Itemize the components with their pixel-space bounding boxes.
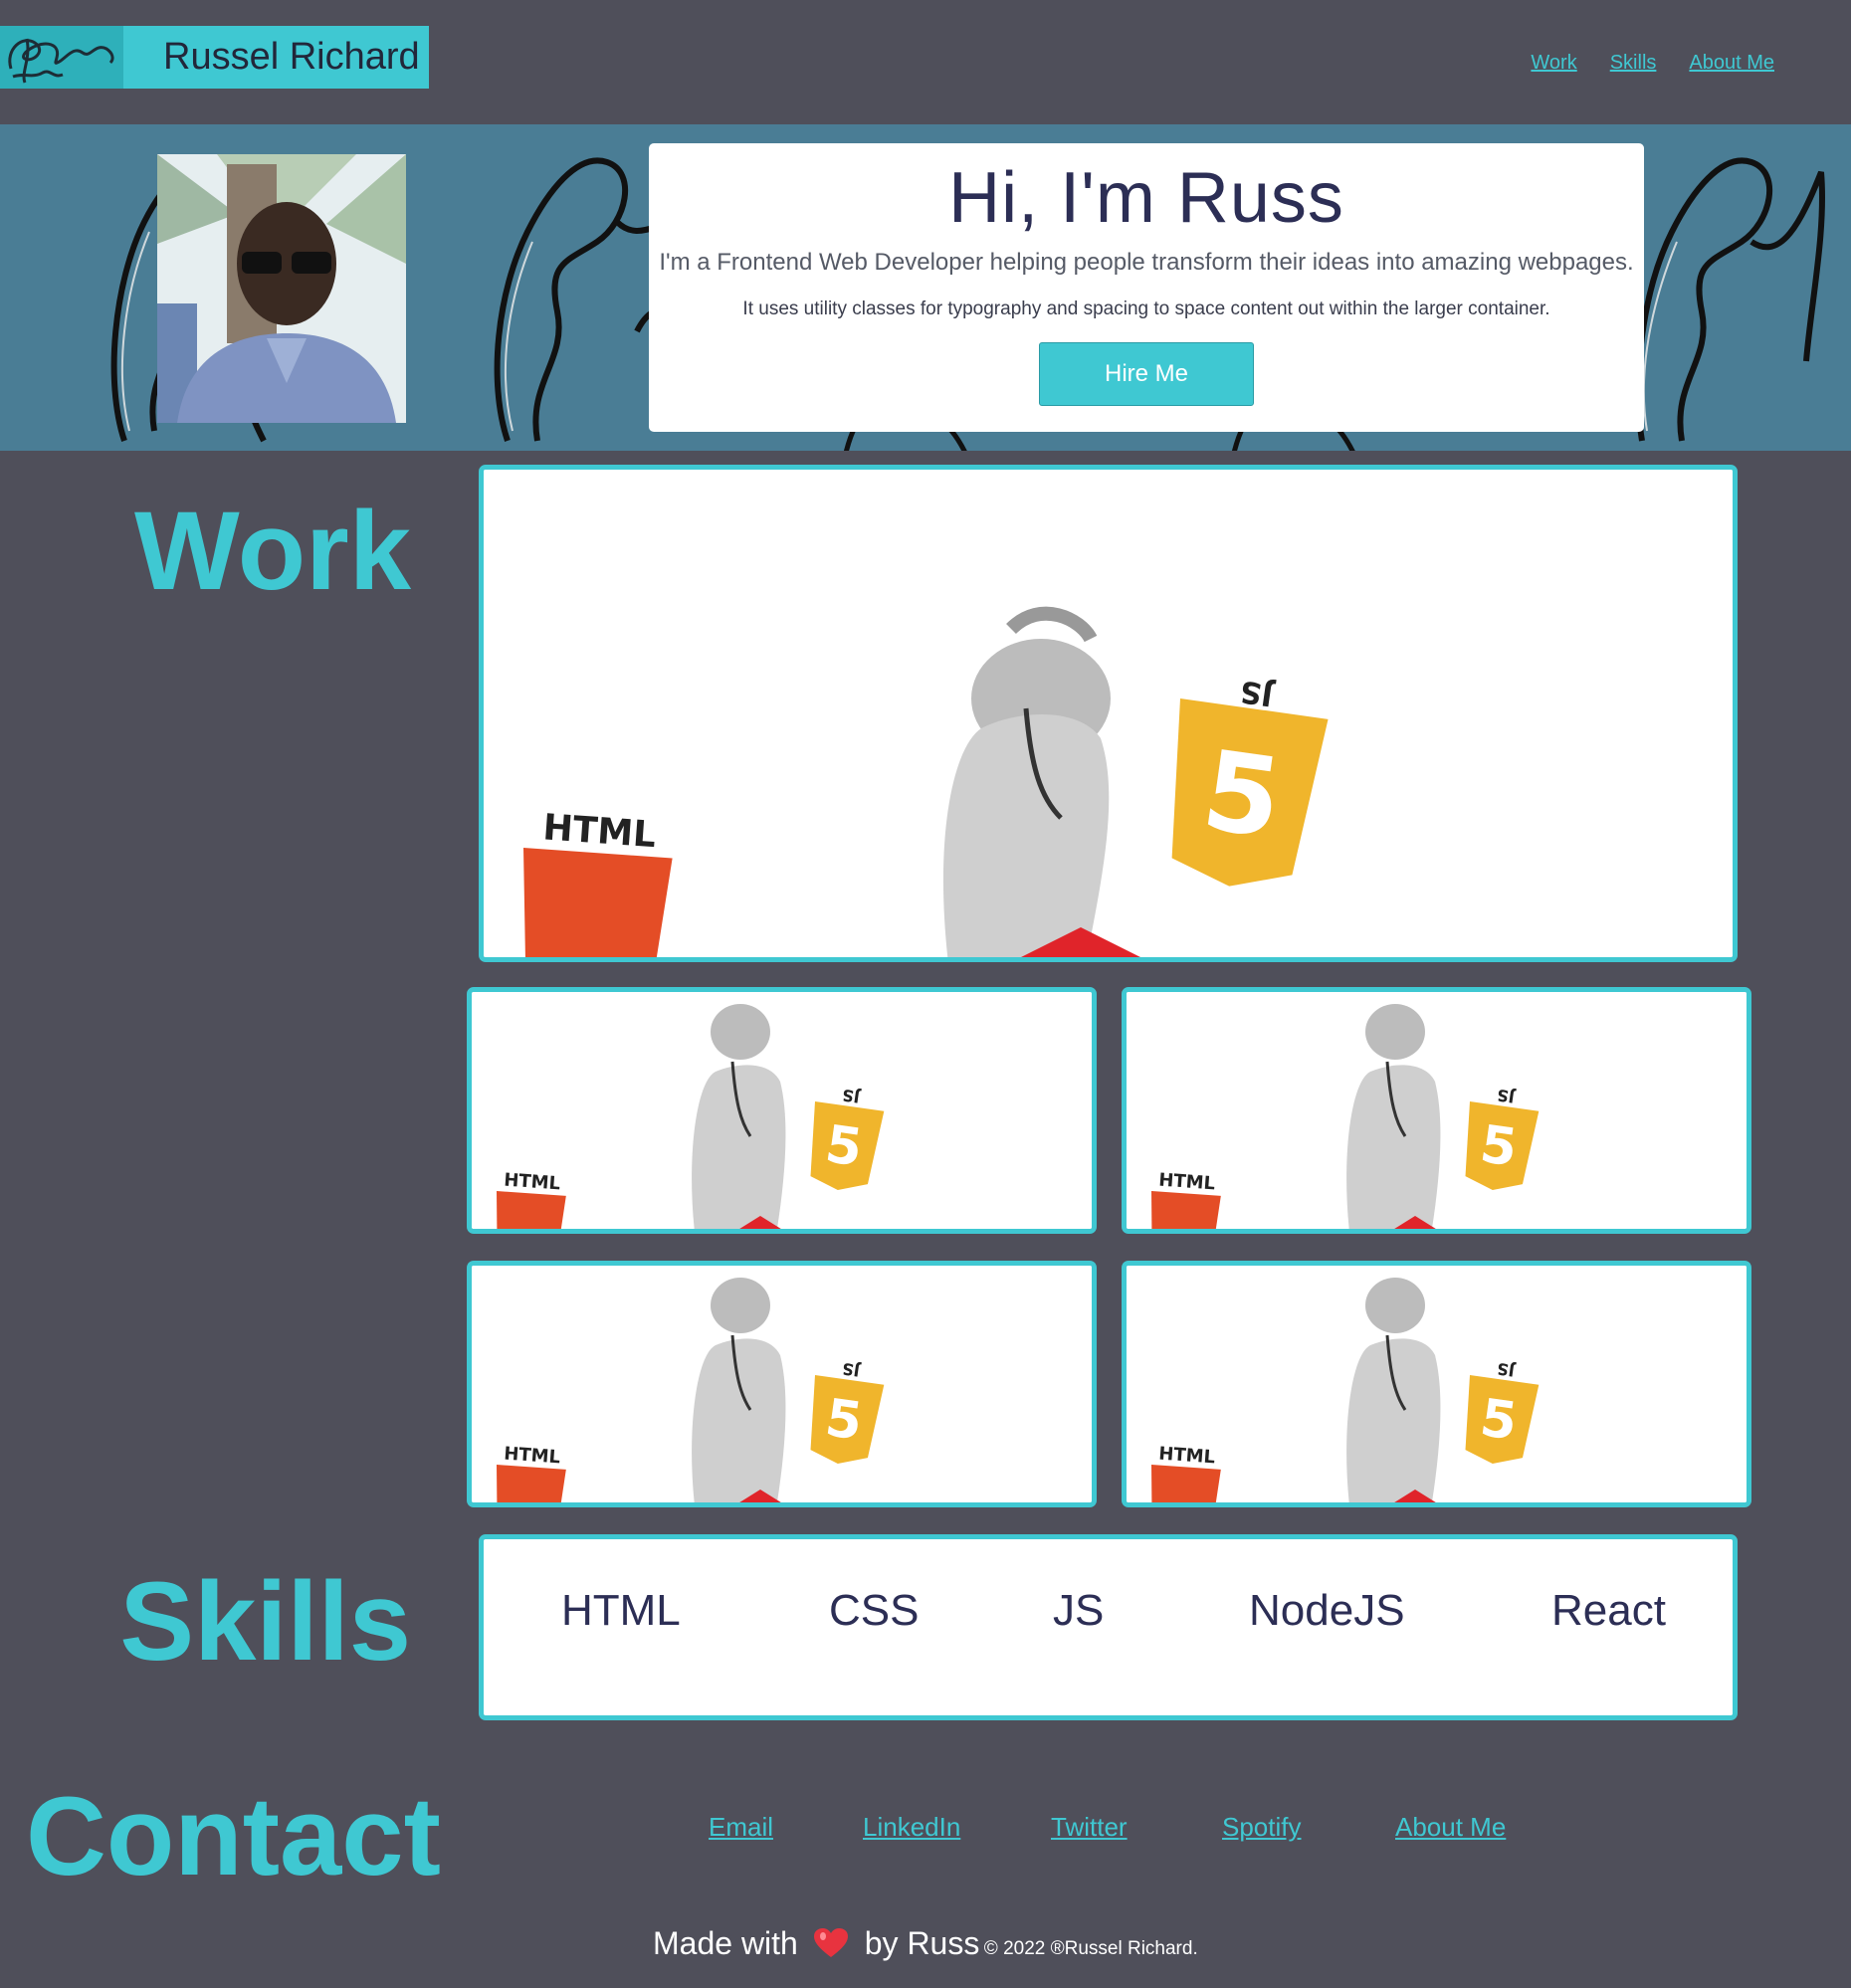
js-badge-label: JS — [1238, 673, 1277, 712]
contact-link-spotify[interactable]: Spotify — [1222, 1812, 1302, 1843]
project-thumbnail: 5 JS HTML — [1127, 992, 1747, 1229]
footer-copyright: © 2022 ®Russel Richard. — [983, 1938, 1198, 1959]
hero-title: Hi, I'm Russ — [948, 158, 1344, 238]
hire-me-button[interactable]: Hire Me — [1039, 342, 1254, 406]
skills-section-title: Skills — [119, 1559, 411, 1684]
js-badge-label: JS — [841, 1359, 862, 1380]
skill-css: CSS — [829, 1586, 920, 1635]
skill-nodejs: NodeJS — [1249, 1586, 1405, 1635]
project-thumbnail: 5 JS HTML — [484, 470, 1733, 957]
profile-photo — [157, 154, 406, 423]
skills-card: HTML CSS JS NodeJS React — [479, 1534, 1738, 1720]
brand-name: Russel Richard — [163, 36, 420, 78]
brand-banner[interactable]: Russel Richard — [0, 26, 429, 89]
project-thumbnail: 5 JS HTML — [472, 1266, 1092, 1502]
nav-link-skills[interactable]: Skills — [1610, 52, 1657, 75]
footer-by-russ: by Russ — [864, 1925, 980, 1961]
footer-made-with: Made with — [653, 1925, 798, 1961]
skill-react: React — [1551, 1586, 1666, 1635]
work-card[interactable]: 5 JS HTML — [467, 987, 1097, 1234]
contact-link-email[interactable]: Email — [709, 1812, 773, 1843]
contact-link-linkedin[interactable]: LinkedIn — [863, 1812, 960, 1843]
html-badge-label: HTML — [541, 807, 657, 856]
hero-lead: I'm a Frontend Web Developer helping peo… — [659, 249, 1634, 276]
js-badge-label: JS — [841, 1086, 862, 1106]
skill-html: HTML — [561, 1586, 681, 1635]
skill-js: JS — [1053, 1586, 1105, 1635]
work-card[interactable]: 5 JS HTML — [479, 465, 1738, 962]
html-badge-label: HTML — [504, 1444, 561, 1469]
html-badge-label: HTML — [1158, 1170, 1216, 1195]
work-card[interactable]: 5 JS HTML — [467, 1261, 1097, 1507]
signature-watermark-icon — [1635, 157, 1826, 442]
contact-link-about-me[interactable]: About Me — [1395, 1812, 1506, 1843]
logo — [0, 26, 123, 89]
js-badge-label: JS — [1496, 1086, 1517, 1106]
js-badge-label: JS — [1496, 1359, 1517, 1380]
project-thumbnail: 5 JS HTML — [1127, 1266, 1747, 1502]
top-nav: Work Skills About Me — [1531, 52, 1774, 75]
heart-icon — [814, 1928, 849, 1957]
work-section-title: Work — [134, 489, 411, 613]
hero-subtext: It uses utility classes for typography a… — [742, 298, 1550, 319]
nav-link-work[interactable]: Work — [1531, 52, 1576, 75]
work-card[interactable]: 5 JS HTML — [1122, 1261, 1751, 1507]
project-thumbnail: 5 JS HTML — [472, 992, 1092, 1229]
contact-section-title: Contact — [26, 1774, 441, 1898]
contact-link-twitter[interactable]: Twitter — [1051, 1812, 1128, 1843]
hero-card: Hi, I'm Russ I'm a Frontend Web Develope… — [649, 143, 1644, 432]
nav-link-about-me[interactable]: About Me — [1689, 52, 1774, 75]
work-card[interactable]: 5 JS HTML — [1122, 987, 1751, 1234]
html-badge-label: HTML — [1158, 1444, 1216, 1469]
signature-logo-icon — [8, 38, 114, 84]
html-badge-label: HTML — [504, 1170, 561, 1195]
footer: Made with by Russ © 2022 ®Russel Richard… — [653, 1925, 1198, 1962]
